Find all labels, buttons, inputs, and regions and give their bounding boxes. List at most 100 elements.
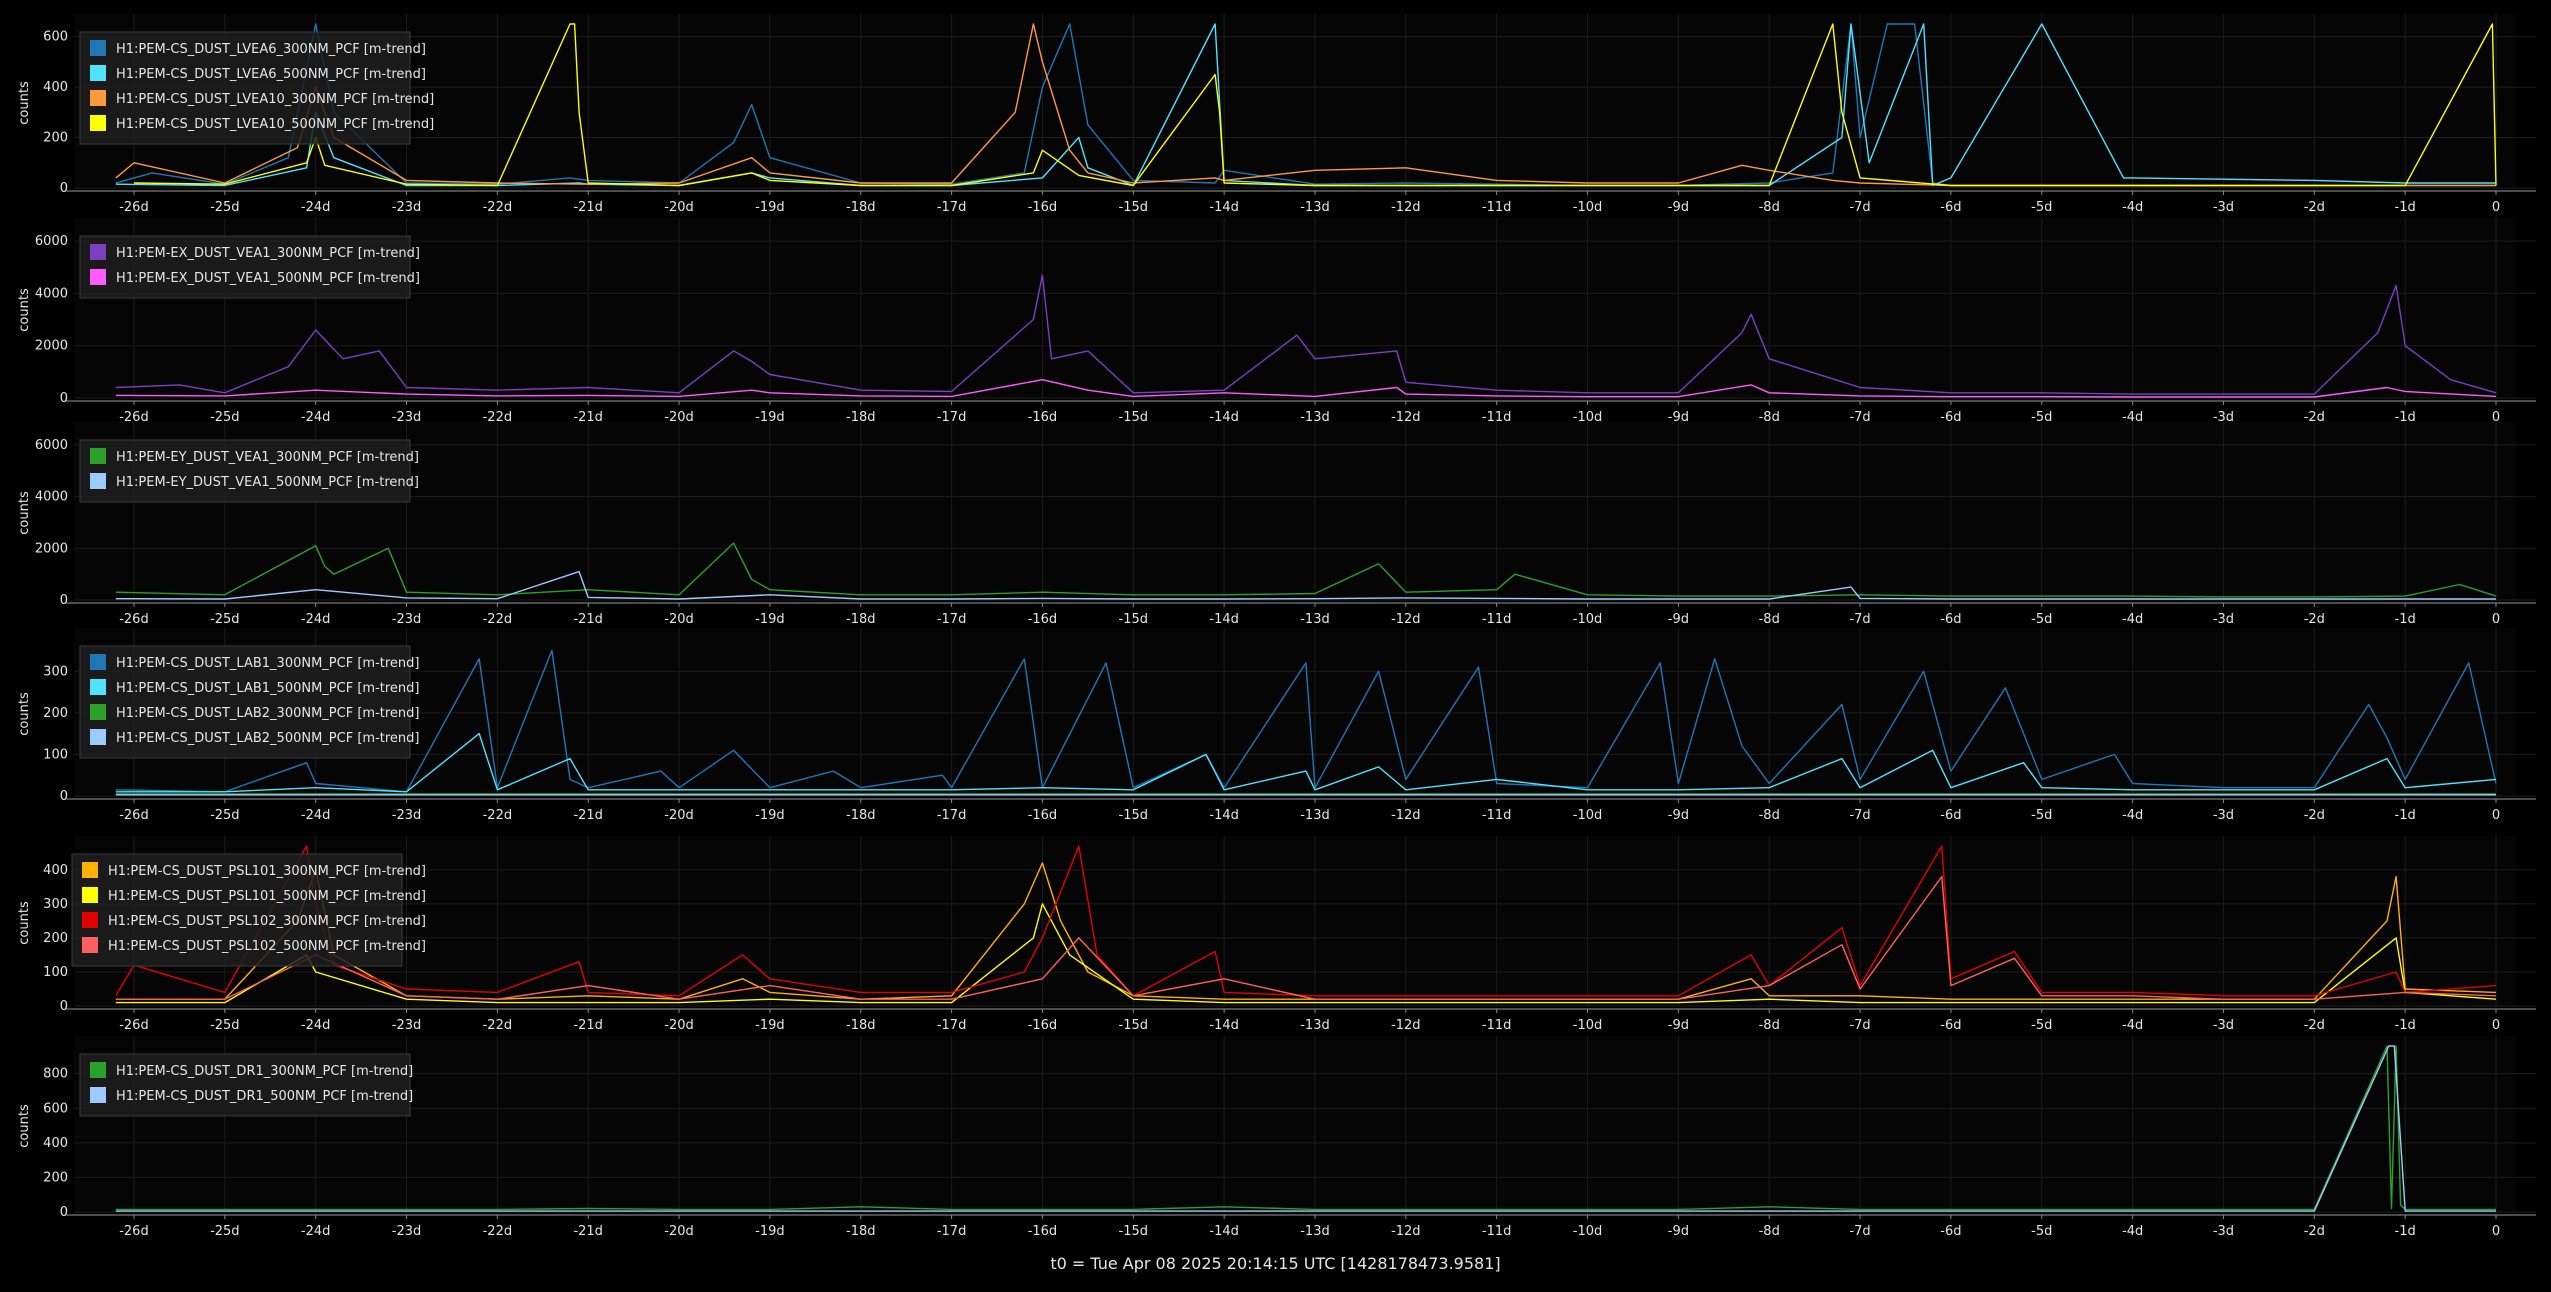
y-tick-label: 400 (43, 1136, 68, 1151)
x-tick-label: -9d (1668, 612, 1689, 627)
x-tick-label: -15d (1119, 200, 1149, 215)
x-tick-label: -11d (1482, 612, 1512, 627)
x-tick-label: -12d (1391, 612, 1421, 627)
x-tick-label: -6d (1940, 200, 1961, 215)
x-tick-label: -22d (483, 808, 513, 823)
y-axis-label: counts (17, 491, 32, 535)
y-tick-label: 4000 (35, 286, 68, 301)
plot-panel-1: -26d -25d -24d -23d -22d -21d -20d -19d -18d -17d… (17, 14, 2536, 215)
x-tick-label: -8d (1759, 200, 1780, 215)
chart-canvas: -26d -25d -24d -23d -22d -21d -20d -19d -18d -17d… (17, 14, 2536, 1239)
x-tick-label: -3d (2213, 808, 2234, 823)
x-tick-label: -20d (664, 808, 694, 823)
y-tick-label: 2000 (35, 541, 68, 556)
x-tick-label: -6d (1940, 808, 1961, 823)
x-tick-label: 0 (2492, 1018, 2500, 1033)
legend-entry: H1:PEM-CS_DUST_LVEA10_300NM_PCF [m-trend… (116, 92, 434, 107)
x-tick-label: -24d (301, 1018, 331, 1033)
x-tick-label: -25d (210, 808, 240, 823)
x-tick-label: -20d (664, 200, 694, 215)
x-tick-label: -17d (937, 1224, 967, 1239)
x-tick-label: -21d (573, 612, 603, 627)
x-tick-label: -6d (1940, 1018, 1961, 1033)
x-tick-label: -7d (1849, 1018, 1870, 1033)
x-tick-label: -13d (1300, 200, 1330, 215)
x-tick-label: -3d (2213, 1224, 2234, 1239)
x-tick-label: -24d (301, 612, 331, 627)
y-tick-label: 0 (60, 181, 68, 196)
y-axis-label: counts (17, 288, 32, 332)
x-tick-label: -8d (1759, 1224, 1780, 1239)
legend-swatch (90, 473, 106, 489)
x-tick-label: -26d (119, 612, 149, 627)
legend-swatch (90, 40, 106, 56)
y-tick-label: 200 (43, 931, 68, 946)
y-tick-label: 0 (60, 999, 68, 1014)
x-tick-label: -14d (1209, 1224, 1239, 1239)
x-tick-label: -8d (1759, 808, 1780, 823)
y-tick-label: 300 (43, 664, 68, 679)
legend-swatch (90, 729, 106, 745)
x-tick-label: -10d (1573, 1224, 1603, 1239)
x-tick-label: -20d (664, 1224, 694, 1239)
x-tick-label: -3d (2213, 612, 2234, 627)
y-tick-label: 0 (60, 391, 68, 406)
legend-entry: H1:PEM-CS_DUST_PSL101_300NM_PCF [m-trend… (108, 864, 426, 879)
legend-swatch (82, 887, 98, 903)
x-tick-label: -17d (937, 808, 967, 823)
x-tick-label: -12d (1391, 808, 1421, 823)
x-tick-label: -25d (210, 612, 240, 627)
y-tick-label: 4000 (35, 490, 68, 505)
x-tick-label: -14d (1209, 612, 1239, 627)
x-tick-label: -5d (2031, 808, 2052, 823)
legend-swatch (90, 90, 106, 106)
t0-footer: t0 = Tue Apr 08 2025 20:14:15 UTC [14281… (1050, 1254, 1501, 1273)
plot-area (74, 1036, 2516, 1212)
x-tick-label: -2d (2304, 808, 2325, 823)
x-tick-label: -17d (937, 1018, 967, 1033)
x-tick-label: -11d (1482, 1018, 1512, 1033)
y-tick-label: 600 (43, 1101, 68, 1116)
x-tick-label: -4d (2122, 612, 2143, 627)
x-tick-label: -7d (1849, 612, 1870, 627)
x-tick-label: -22d (483, 200, 513, 215)
x-tick-label: -19d (755, 1018, 785, 1033)
x-tick-label: -1d (2395, 1018, 2416, 1033)
x-tick-label: 0 (2492, 808, 2500, 823)
x-tick-label: -19d (755, 808, 785, 823)
y-tick-label: 100 (43, 747, 68, 762)
x-tick-label: -1d (2395, 808, 2416, 823)
x-tick-label: -16d (1028, 1018, 1058, 1033)
x-tick-label: -2d (2304, 1224, 2325, 1239)
x-tick-label: -3d (2213, 200, 2234, 215)
x-tick-label: -25d (210, 1224, 240, 1239)
legend-entry: H1:PEM-CS_DUST_DR1_300NM_PCF [m-trend] (116, 1064, 413, 1079)
legend-swatch (82, 912, 98, 928)
legend-swatch (90, 244, 106, 260)
legend-swatch (82, 937, 98, 953)
x-tick-label: -16d (1028, 200, 1058, 215)
legend-entry: H1:PEM-CS_DUST_LAB1_300NM_PCF [m-trend] (116, 656, 419, 671)
x-tick-label: -15d (1119, 1224, 1149, 1239)
x-tick-label: -1d (2395, 612, 2416, 627)
y-tick-label: 400 (43, 80, 68, 95)
x-tick-label: -13d (1300, 808, 1330, 823)
x-tick-label: -14d (1209, 200, 1239, 215)
x-tick-label: -1d (2395, 200, 2416, 215)
plot-area (74, 628, 2516, 796)
plot-area (74, 218, 2516, 398)
x-tick-label: -16d (1028, 1224, 1058, 1239)
plot-area (74, 14, 2516, 188)
x-tick-label: -15d (1119, 612, 1149, 627)
x-tick-label: -17d (937, 612, 967, 627)
x-tick-label: -24d (301, 200, 331, 215)
plot-panel-3: -26d -25d -24d -23d -22d -21d -20d -19d -18d -17d… (17, 422, 2536, 627)
y-tick-label: 100 (43, 965, 68, 980)
x-tick-label: -2d (2304, 1018, 2325, 1033)
x-tick-label: -1d (2395, 1224, 2416, 1239)
x-tick-label: -18d (846, 1224, 876, 1239)
x-tick-label: -18d (846, 612, 876, 627)
legend-entry: H1:PEM-CS_DUST_LVEA6_300NM_PCF [m-trend] (116, 42, 426, 57)
x-tick-label: -7d (1849, 808, 1870, 823)
y-tick-label: 400 (43, 863, 68, 878)
